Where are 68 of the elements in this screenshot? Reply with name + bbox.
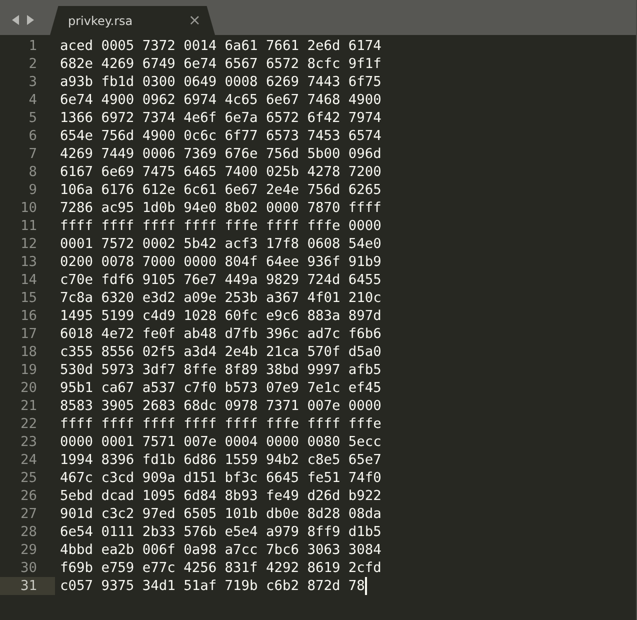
code-line: 7286 ac95 1d0b 94e0 8b02 0000 7870 ffff	[60, 199, 382, 217]
line-number: 1	[28, 37, 38, 55]
close-button[interactable]: ×	[188, 9, 201, 32]
line-number: 8	[28, 163, 38, 181]
line-number: 18	[20, 343, 38, 361]
line-number: 25	[20, 469, 38, 487]
code-line: 1495 5199 c4d9 1028 60fc e9c6 883a 897d	[60, 307, 382, 325]
line-number: 13	[20, 253, 38, 271]
line-number: 27	[20, 505, 38, 523]
code-line: 95b1 ca67 a537 c7f0 b573 07e9 7e1c ef45	[60, 379, 382, 397]
line-number: 23	[20, 433, 38, 451]
code-line: ffff ffff ffff ffff fffe ffff fffe 0000	[60, 217, 382, 235]
line-number: 10	[20, 199, 38, 217]
line-number: 19	[20, 361, 38, 379]
line-number: 21	[20, 397, 38, 415]
line-number: 12	[20, 235, 38, 253]
line-number: 16	[20, 307, 38, 325]
code-line: 0001 7572 0002 5b42 acf3 17f8 0608 54e0	[60, 235, 382, 253]
code-line: c70e fdf6 9105 76e7 449a 9829 724d 6455	[60, 271, 382, 289]
line-number: 28	[20, 523, 38, 541]
code-line: 901d c3c2 97ed 6505 101b db0e 8d28 08da	[60, 505, 382, 523]
line-number: 30	[20, 559, 38, 577]
code-line: 4269 7449 0006 7369 676e 756d 5b00 096d	[60, 145, 382, 163]
line-number: 7	[28, 145, 38, 163]
code-line: 5ebd dcad 1095 6d84 8b93 fe49 d26d b922	[60, 487, 382, 505]
line-number: 17	[20, 325, 38, 343]
code-line: 1366 6972 7374 4e6f 6e7a 6572 6f42 7974	[60, 109, 382, 127]
line-number: 5	[28, 109, 38, 127]
code-line: aced 0005 7372 0014 6a61 7661 2e6d 6174	[60, 37, 382, 55]
code-line: 7c8a 6320 e3d2 a09e 253b a367 4f01 210c	[60, 289, 382, 307]
back-arrow-icon[interactable]	[12, 15, 20, 25]
line-number: 4	[28, 91, 38, 109]
code-line: 654e 756d 4900 0c6c 6f77 6573 7453 6574	[60, 127, 382, 145]
file-tab[interactable]: privkey.rsa ×	[50, 6, 215, 35]
code-line: c057 9375 34d1 51af 719b c6b2 872d 78	[60, 577, 365, 595]
code-line: 8583 3905 2683 68dc 0978 7371 007e 0000	[60, 397, 382, 415]
code-line: 6167 6e69 7475 6465 7400 025b 4278 7200	[60, 163, 382, 181]
code-line: 6e74 4900 0962 6974 4c65 6e67 7468 4900	[60, 91, 382, 109]
code-line: a93b fb1d 0300 0649 0008 6269 7443 6f75	[60, 73, 382, 91]
line-number: 3	[28, 73, 38, 91]
line-number: 9	[28, 181, 38, 199]
code-line: 6e54 0111 2b33 576b e5e4 a979 8ff9 d1b5	[60, 523, 382, 541]
code-line: 530d 5973 3df7 8ffe 8f89 38bd 9997 afb5	[60, 361, 382, 379]
line-number: 29	[20, 541, 38, 559]
line-number: 26	[20, 487, 38, 505]
line-number: 6	[28, 127, 38, 145]
line-number: 20	[20, 379, 38, 397]
code-line: 1994 8396 fd1b 6d86 1559 94b2 c8e5 65e7	[60, 451, 382, 469]
forward-arrow-icon[interactable]	[26, 15, 34, 25]
code-line: 106a 6176 612e 6c61 6e67 2e4e 756d 6265	[60, 181, 382, 199]
line-number: 31	[0, 577, 55, 595]
line-number: 11	[20, 217, 38, 235]
code-line: c355 8556 02f5 a3d4 2e4b 21ca 570f d5a0	[60, 343, 382, 361]
code-line: 0000 0001 7571 007e 0004 0000 0080 5ecc	[60, 433, 382, 451]
line-number: 14	[20, 271, 38, 289]
line-number: 2	[28, 55, 38, 73]
tab-title: privkey.rsa	[68, 12, 133, 30]
code-line: 6018 4e72 fe0f ab48 d7fb 396c ad7c f6b6	[60, 325, 382, 343]
code-line: 0200 0078 7000 0000 804f 64ee 936f 91b9	[60, 253, 382, 271]
code-line: 682e 4269 6749 6e74 6567 6572 8cfc 9f1f	[60, 55, 382, 73]
code-line: ffff ffff ffff ffff ffff fffe ffff fffe	[60, 415, 382, 433]
text-cursor	[364, 577, 367, 595]
line-number: 15	[20, 289, 38, 307]
line-number: 22	[20, 415, 38, 433]
code-line: 4bbd ea2b 006f 0a98 a7cc 7bc6 3063 3084	[60, 541, 382, 559]
line-number: 24	[20, 451, 38, 469]
code-line: 467c c3cd 909a d151 bf3c 6645 fe51 74f0	[60, 469, 382, 487]
code-line: f69b e759 e77c 4256 831f 4292 8619 2cfd	[60, 559, 382, 577]
